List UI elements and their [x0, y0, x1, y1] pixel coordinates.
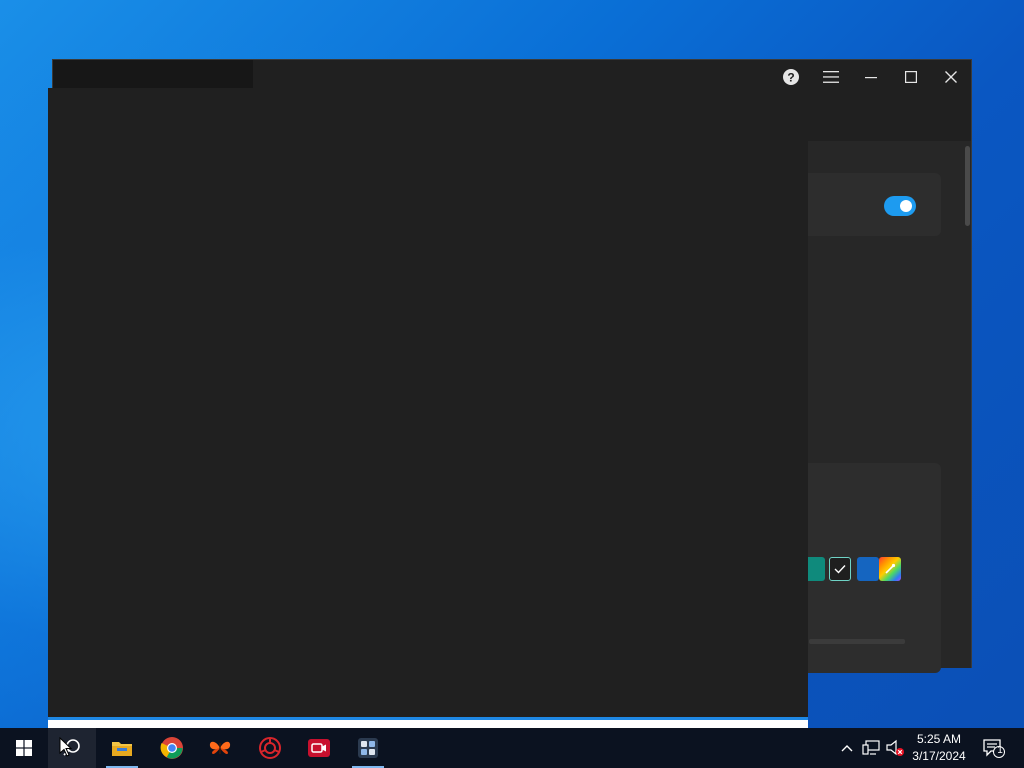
- show-hidden-icons-button[interactable]: [837, 738, 857, 758]
- minimize-button[interactable]: [851, 62, 891, 92]
- close-button[interactable]: [931, 62, 971, 92]
- maximize-icon: [905, 71, 917, 83]
- setting-toggle-switch[interactable]: [884, 196, 916, 216]
- network-icon: [862, 740, 880, 755]
- accent-swatch-selected[interactable]: [829, 557, 851, 581]
- svg-text:?: ?: [787, 71, 794, 85]
- start-button[interactable]: [0, 728, 48, 768]
- taskbar-screen-recorder[interactable]: [295, 728, 343, 768]
- taskbar-butterfly-app[interactable]: [196, 728, 244, 768]
- volume-muted-icon: [886, 739, 904, 756]
- taskbar-chrome[interactable]: [148, 728, 196, 768]
- minimize-icon: [865, 77, 877, 79]
- red-gear-icon: [259, 737, 281, 759]
- maximize-button[interactable]: [891, 62, 931, 92]
- butterfly-icon: [209, 741, 231, 755]
- volume-button[interactable]: [885, 738, 905, 758]
- accent-swatch-blue[interactable]: [857, 557, 879, 581]
- menu-button[interactable]: [811, 62, 851, 92]
- overlay-window-bottom-edge: [48, 717, 808, 728]
- hamburger-menu-icon: [823, 71, 839, 83]
- clock-time: 5:25 AM: [916, 732, 962, 746]
- taskbar-settings-app[interactable]: [344, 728, 392, 768]
- app-grid-icon: [358, 738, 378, 758]
- clock-date: 3/17/2024: [912, 749, 966, 763]
- taskbar-red-app[interactable]: [246, 728, 294, 768]
- taskbar-clock[interactable]: 5:25 AM 3/17/2024: [906, 731, 972, 765]
- blank-overlay-window: [48, 88, 808, 717]
- network-button[interactable]: [861, 738, 881, 758]
- title-bar-area: [53, 60, 253, 89]
- help-icon: ?: [783, 69, 799, 85]
- notification-count-badge: 1: [997, 745, 1003, 756]
- chrome-icon: [160, 737, 183, 759]
- slider-track: [809, 639, 905, 644]
- close-icon: [945, 71, 957, 83]
- eyedropper-icon: [885, 563, 896, 574]
- checkmark-icon: [834, 565, 846, 574]
- camera-icon: [308, 739, 330, 757]
- chevron-up-icon: [841, 745, 853, 752]
- vertical-scrollbar[interactable]: [965, 146, 970, 226]
- action-center-button[interactable]: 1: [982, 738, 1006, 758]
- mouse-cursor-icon: [59, 737, 73, 757]
- taskbar-file-explorer[interactable]: [98, 728, 146, 768]
- windows-logo-icon: [16, 740, 32, 756]
- custom-color-button[interactable]: [879, 557, 901, 581]
- folder-icon: [112, 742, 132, 756]
